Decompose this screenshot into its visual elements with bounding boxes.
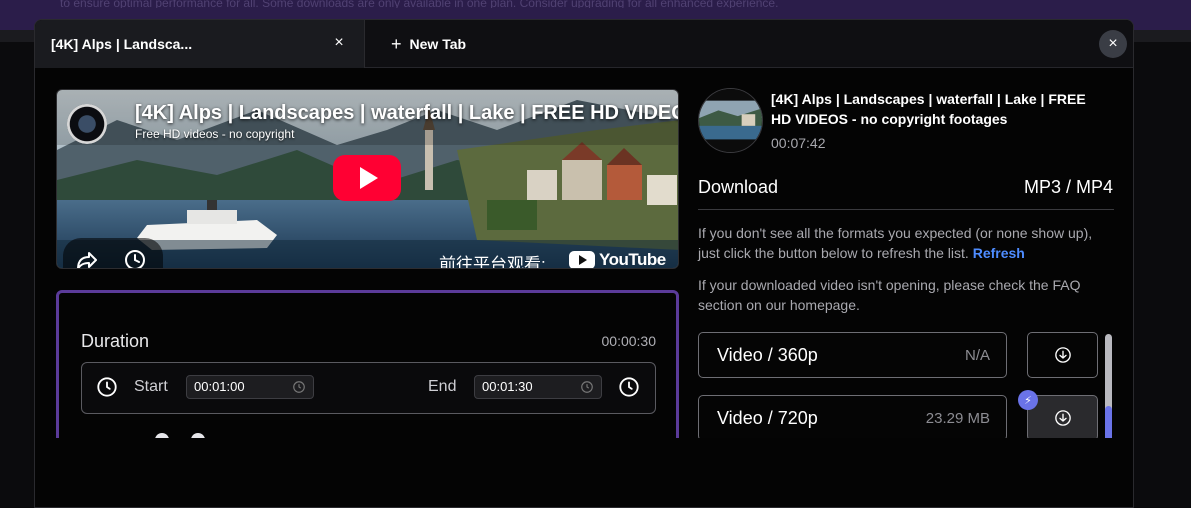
close-window-button[interactable]: × [1099,30,1127,58]
tab-bar: [4K] Alps | Landsca... × + New Tab × [35,20,1133,68]
channel-avatar[interactable] [67,104,107,144]
refresh-link[interactable]: Refresh [973,245,1025,261]
video-thumbnail [698,88,763,153]
downloader-window: [4K] Alps | Landsca... × + New Tab × [4K… [34,19,1134,508]
lightning-badge-icon: ⚡ [1018,390,1038,410]
refresh-note-text: If you don't see all the formats you exp… [698,225,1093,261]
info-title: [4K] Alps | Landscapes | waterfall | Lak… [771,91,1086,127]
clock-icon [619,377,639,397]
end-time-input[interactable]: 00:01:30 [474,375,602,399]
refresh-note: If you don't see all the formats you exp… [698,223,1114,263]
format-name: Video / 720p [717,408,818,428]
new-tab-label: New Tab [409,36,467,52]
download-icon [1054,410,1071,426]
format-option-360p[interactable]: Video / 360p N/A [698,332,1007,378]
watch-on-label: 前往平台观看: [439,255,546,269]
banner-text: to ensure optimal performance for all. S… [60,0,779,8]
tab-video[interactable]: [4K] Alps | Landsca... × [35,20,365,68]
clock-icon [293,381,305,393]
lower-panel-area [35,438,1133,507]
end-time-value: 00:01:30 [482,379,533,394]
format-option-720p[interactable]: Video / 720p 23.29 MB [698,395,1007,441]
divider [698,209,1114,210]
faq-note: If your downloaded video isn't opening, … [698,277,1081,313]
play-button[interactable] [333,155,401,201]
watch-later-icon[interactable] [123,248,147,269]
new-tab-button[interactable]: + New Tab [377,32,480,56]
download-label: Download [698,177,779,197]
clock-icon [581,381,593,393]
start-time-value: 00:01:00 [194,379,245,394]
end-label: End [428,378,457,395]
youtube-link[interactable]: YouTube [569,249,666,269]
format-name: Video / 360p [717,345,818,365]
start-time-input[interactable]: 00:01:00 [186,375,314,399]
formats-label: MP3 / MP4 [1023,177,1113,197]
download-icon [1054,347,1071,363]
duration-label: Duration [81,331,150,351]
youtube-label: YouTube [599,250,666,269]
video-title[interactable]: [4K] Alps | Landscapes | waterfall | Lak… [135,102,678,125]
video-preview[interactable]: [4K] Alps | Landscapes | waterfall | Lak… [56,89,679,269]
info-length: 00:07:42 [771,135,826,151]
tab-title: [4K] Alps | Landsca... [51,36,193,52]
share-icon[interactable] [75,248,99,269]
duration-value: 00:00:30 [601,333,657,349]
channel-name: Free HD videos - no copyright [135,127,295,141]
time-range-box: Start 00:01:00 End 00:01:30 [81,362,656,414]
youtube-play-icon [569,251,595,268]
close-tab-icon[interactable]: × [332,35,346,51]
clock-icon [97,377,117,397]
plus-icon: + [391,33,402,54]
format-size: 23.29 MB [925,410,990,427]
start-label: Start [134,378,168,395]
format-size: N/A [964,347,990,364]
download-button-360p[interactable] [1027,332,1098,378]
